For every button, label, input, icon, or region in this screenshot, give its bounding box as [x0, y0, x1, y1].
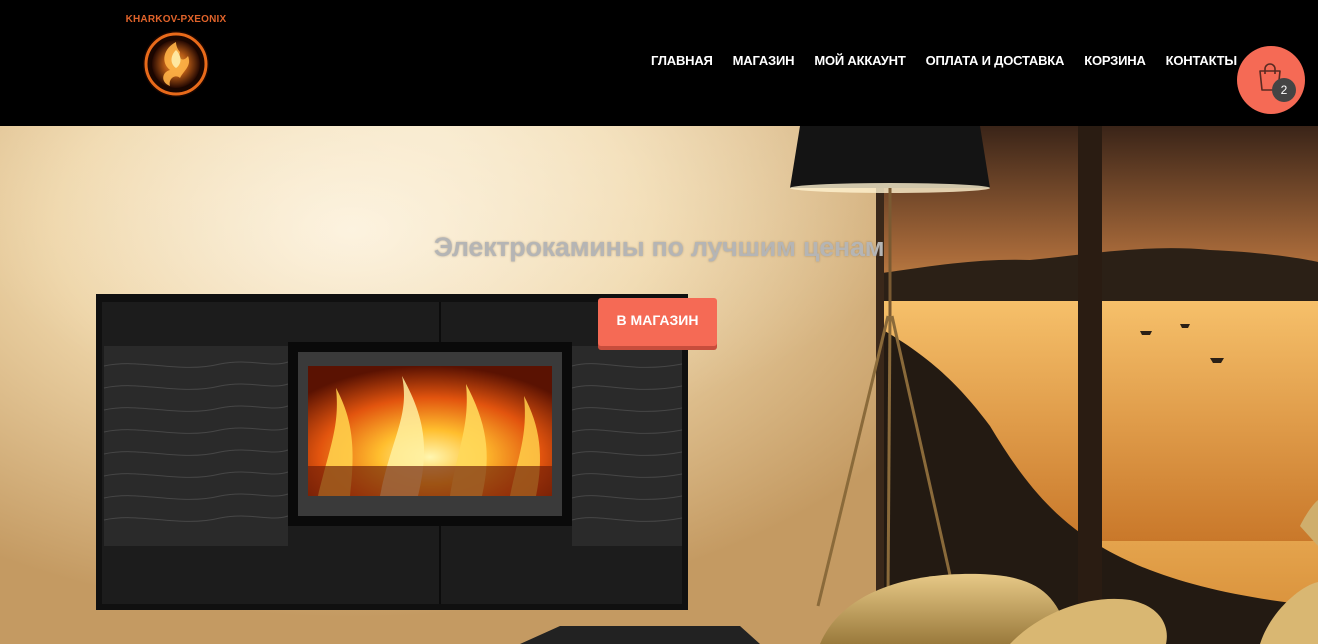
nav-link-payment-delivery[interactable]: ОПЛАТА И ДОСТАВКА [926, 53, 1065, 68]
cart-button[interactable]: 2 [1237, 46, 1305, 114]
hero-fireplace-image [0, 126, 1318, 644]
shop-now-button[interactable]: В МАГАЗИН [598, 298, 717, 346]
hero-title: Электрокамины по лучшим ценам [433, 232, 885, 262]
cart-count-badge: 2 [1272, 78, 1296, 102]
nav-link-shop[interactable]: МАГАЗИН [733, 53, 795, 68]
nav-link-cart[interactable]: КОРЗИНА [1084, 53, 1146, 68]
nav-link-account[interactable]: МОЙ АККАУНТ [814, 53, 905, 68]
logo-text: KHARKOV-PXEONIX [125, 14, 227, 25]
main-nav: ГЛАВНАЯ МАГАЗИН МОЙ АККАУНТ ОПЛАТА И ДОС… [641, 53, 1247, 68]
hero-section: Электрокамины по лучшим ценам В МАГАЗИН [0, 126, 1318, 644]
nav-link-home[interactable]: ГЛАВНАЯ [651, 53, 713, 68]
nav-link-contacts[interactable]: КОНТАКТЫ [1166, 53, 1237, 68]
site-logo[interactable]: KHARKOV-PXEONIX [110, 12, 242, 108]
phoenix-logo-icon [143, 31, 209, 97]
site-header: KHARKOV-PXEONIX ГЛАВНАЯ МАГАЗИН МОЙ АККА… [0, 0, 1318, 126]
